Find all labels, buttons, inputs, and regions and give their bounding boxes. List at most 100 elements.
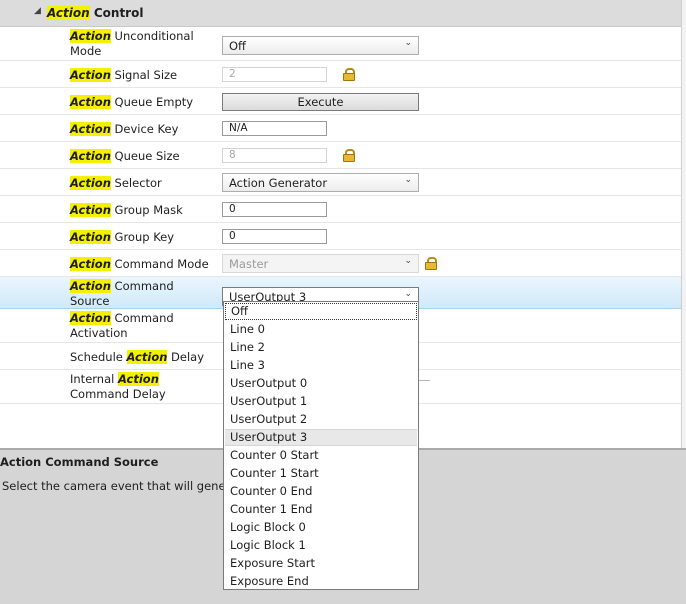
property-name: Action Device Key [70, 122, 178, 137]
dropdown-value: Master [229, 257, 269, 271]
lock-icon [425, 257, 437, 270]
property-name-line2: Activation [70, 326, 128, 340]
dropdown-option[interactable]: Logic Block 1 [225, 537, 417, 554]
dropdown-option[interactable]: UserOutput 2 [225, 411, 417, 428]
dropdown-option[interactable]: UserOutput 0 [225, 375, 417, 392]
property-name: Action Group Mask [70, 203, 183, 218]
property-name: Action Command Source [70, 279, 174, 309]
category-title: Action Control [47, 6, 144, 20]
dropdown-option[interactable]: UserOutput 1 [225, 393, 417, 410]
property-name: Action Group Key [70, 230, 174, 245]
execute-button[interactable]: Execute [222, 93, 419, 111]
dropdown-option[interactable]: Exposure End [225, 573, 417, 589]
keyword-highlight: Action [70, 230, 111, 244]
property-name: Action Unconditional Mode [70, 29, 194, 59]
property-row[interactable]: Action Group Key 0 [0, 223, 681, 250]
property-row[interactable]: Action Queue Empty Execute [0, 88, 681, 115]
vertical-scrollbar[interactable] [681, 0, 686, 448]
description-title: Action Command Source [0, 455, 159, 469]
property-row[interactable]: Action Device Key N/A [0, 115, 681, 142]
property-name-line1: Action Command [70, 311, 174, 326]
delay-slider-track[interactable] [418, 380, 430, 381]
property-name-line2: Mode [70, 44, 102, 58]
name-suffix: Group Mask [110, 203, 183, 217]
name-suffix: Device Key [110, 122, 179, 136]
property-row[interactable]: Action Unconditional Mode Off ⌄ [0, 27, 681, 61]
name-suffix: Signal Size [110, 68, 178, 82]
dropdown-option[interactable]: Counter 1 Start [225, 465, 417, 482]
keyword-highlight: Action [70, 257, 111, 271]
name-suffix: Command Mode [110, 257, 209, 271]
dropdown-option[interactable]: Exposure Start [225, 555, 417, 572]
property-name: Action Queue Empty [70, 95, 193, 110]
property-row[interactable]: Action Group Mask 0 [0, 196, 681, 223]
property-name: Schedule Action Delay [70, 350, 204, 365]
dropdown-option[interactable]: Line 0 [225, 321, 417, 338]
value-dropdown[interactable]: Off ⌄ [222, 36, 419, 55]
lock-icon [343, 68, 355, 81]
value-textbox[interactable]: 0 [222, 202, 327, 217]
name-suffix: Command [110, 279, 174, 293]
name-prefix: Internal [70, 372, 118, 386]
name-prefix: Schedule [70, 350, 127, 364]
property-name-line1: Action Signal Size [70, 68, 177, 83]
value-dropdown[interactable]: Action Generator ⌄ [222, 173, 419, 192]
collapse-triangle-icon[interactable]: ◢ [34, 6, 41, 16]
keyword-highlight: Action [126, 350, 168, 364]
dropdown-value: Action Generator [229, 176, 328, 190]
property-name: Action Queue Size [70, 149, 180, 164]
chevron-down-icon[interactable]: ⌄ [404, 256, 412, 266]
name-suffix: Delay [167, 350, 205, 364]
dropdown-option[interactable]: Off [225, 303, 417, 320]
keyword-highlight: Action [70, 149, 111, 163]
description-text: Select the camera event that will genera… [2, 479, 249, 493]
property-name: Action Command Activation [70, 311, 174, 341]
property-name-line2: Source [70, 294, 110, 308]
source-dropdown-list[interactable]: Off Line 0 Line 2 Line 3 UserOutput 0 UserOut… [223, 301, 419, 590]
property-row[interactable]: Action Command Mode Master ⌄ [0, 250, 681, 277]
property-name-line1: Action Queue Size [70, 149, 180, 164]
property-row[interactable]: Action Signal Size 2 [0, 61, 681, 88]
name-suffix: Queue Size [110, 149, 180, 163]
dropdown-option[interactable]: Counter 0 End [225, 483, 417, 500]
keyword-highlight: Action [70, 311, 111, 325]
property-name-line1: Action Device Key [70, 122, 178, 137]
keyword-highlight: Action [70, 203, 111, 217]
name-suffix: Command [110, 311, 174, 325]
dropdown-option[interactable]: Counter 0 Start [225, 447, 417, 464]
property-name-line1: Action Unconditional [70, 29, 194, 44]
property-row[interactable]: Action Queue Size 8 [0, 142, 681, 169]
dropdown-value: Off [229, 39, 246, 53]
value-textbox: 8 [222, 148, 327, 163]
keyword-highlight: Action [70, 176, 111, 190]
keyword-highlight: Action [70, 68, 111, 82]
chevron-down-icon[interactable]: ⌄ [404, 175, 412, 185]
value-textbox: 2 [222, 67, 327, 82]
dropdown-option[interactable]: Line 3 [225, 357, 417, 374]
property-name: Action Selector [70, 176, 162, 191]
keyword-highlight: Action [70, 95, 111, 109]
name-suffix: Selector [110, 176, 162, 190]
property-name-line1: Action Queue Empty [70, 95, 193, 110]
value-textbox[interactable]: N/A [222, 121, 327, 136]
value-textbox[interactable]: 0 [222, 229, 327, 244]
property-name: Internal Action Command Delay [70, 372, 166, 402]
chevron-down-icon[interactable]: ⌄ [404, 289, 412, 299]
chevron-down-icon[interactable]: ⌄ [404, 38, 412, 48]
name-suffix: Queue Empty [110, 95, 194, 109]
dropdown-option[interactable]: UserOutput 3 [225, 429, 417, 446]
property-name-line1: Action Command [70, 279, 174, 294]
keyword-highlight: Action [70, 29, 111, 43]
lock-icon [343, 149, 355, 162]
property-name: Action Signal Size [70, 68, 177, 83]
name-suffix: Unconditional [110, 29, 194, 43]
category-header[interactable]: ◢ Action Control [0, 0, 681, 27]
property-name-line1: Action Group Key [70, 230, 174, 245]
dropdown-option[interactable]: Line 2 [225, 339, 417, 356]
dropdown-option[interactable]: Logic Block 0 [225, 519, 417, 536]
property-row[interactable]: Action Selector Action Generator ⌄ [0, 169, 681, 196]
dropdown-option[interactable]: Counter 1 End [225, 501, 417, 518]
property-name-line1: Action Command Mode [70, 257, 209, 272]
property-name-line1: Internal Action [70, 372, 166, 387]
property-name-line1: Schedule Action Delay [70, 350, 204, 365]
